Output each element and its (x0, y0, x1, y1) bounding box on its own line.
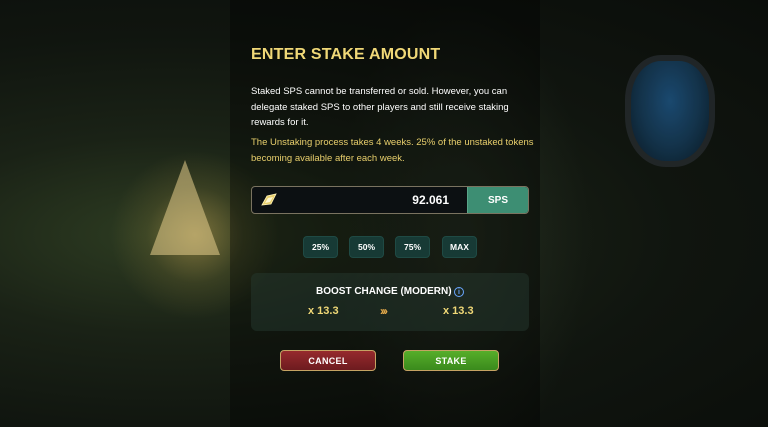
percent-50-button[interactable]: 50% (349, 236, 384, 258)
boost-change-title: BOOST CHANGE (MODERN) (316, 286, 452, 297)
percent-buttons: 25% 50% 75% MAX (303, 236, 479, 258)
triple-chevron-right-icon: ››› (380, 304, 388, 318)
boost-change-card (251, 273, 529, 331)
background-crystal (150, 160, 220, 255)
percent-25-button[interactable]: 25% (303, 236, 338, 258)
boost-current-value: x 13.3 (308, 305, 339, 317)
background-orb (625, 55, 715, 167)
cancel-button[interactable]: CANCEL (280, 350, 376, 371)
boost-new-value: x 13.3 (443, 305, 474, 317)
percent-75-button[interactable]: 75% (395, 236, 430, 258)
stake-description: Staked SPS cannot be transferred or sold… (251, 86, 509, 128)
sps-token-icon (258, 189, 280, 211)
percent-max-button[interactable]: MAX (442, 236, 477, 258)
stake-amount-input[interactable] (280, 187, 467, 213)
stake-button[interactable]: STAKE (403, 350, 499, 371)
unstake-note: The Unstaking process takes 4 weeks. 25%… (251, 137, 534, 164)
currency-tag: SPS (467, 187, 528, 213)
info-icon[interactable]: i (454, 287, 464, 297)
stake-amount-field[interactable]: SPS (251, 186, 529, 214)
dialog-title: ENTER STAKE AMOUNT (251, 46, 441, 63)
